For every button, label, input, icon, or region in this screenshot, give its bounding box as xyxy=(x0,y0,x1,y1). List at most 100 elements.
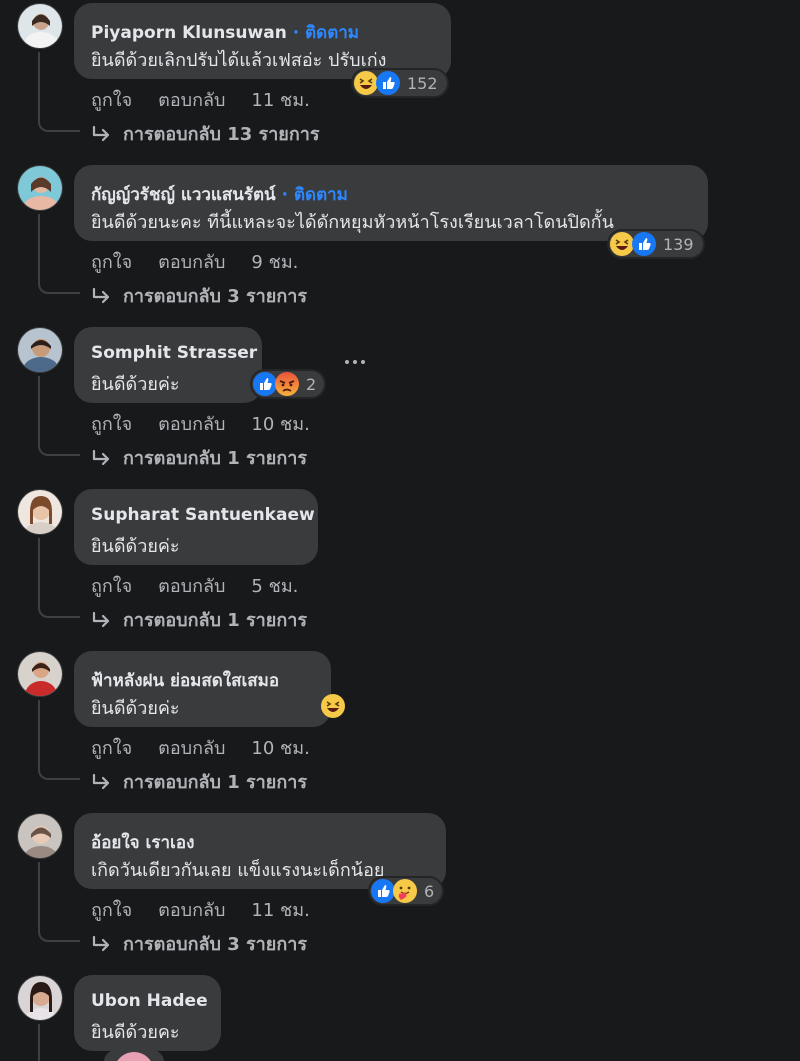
comment-actions: ถูกใจ ตอบกลับ 10 ชม. xyxy=(91,409,310,438)
comment-item: Piyaporn Klunsuwan · ติดตาม ยินดีด้วยเลิ… xyxy=(0,0,800,162)
like-link[interactable]: ถูกใจ xyxy=(91,571,132,600)
reply-arrow-icon xyxy=(92,287,110,303)
comment-actions: ถูกใจ ตอบกลับ 9 ชม. xyxy=(91,247,298,276)
comment-text: ยินดีด้วยค่ะ xyxy=(91,374,180,395)
timestamp[interactable]: 11 ชม. xyxy=(251,85,309,114)
haha-icon xyxy=(321,694,345,718)
avatar-image xyxy=(18,652,62,696)
avatar[interactable] xyxy=(17,975,63,1021)
reply-arrow-icon xyxy=(92,773,110,789)
comment-bubble: Ubon Hadee ยินดีด้วยคะ xyxy=(74,975,221,1051)
view-replies-link[interactable]: การตอบกลับ 3 รายการ xyxy=(91,281,307,310)
avatar-image xyxy=(18,976,62,1020)
avatar-image xyxy=(18,490,62,534)
reply-arrow-icon xyxy=(92,935,110,951)
like-link[interactable]: ถูกใจ xyxy=(91,247,132,276)
comment-item: Somphit Strasser ยินดีด้วยค่ะ 2 ถูกใจ ตอ… xyxy=(0,324,800,486)
comment-bubble: ฟ้าหลังฝน ย่อมสดใสเสมอ ยินดีด้วยค่ะ xyxy=(74,651,331,727)
reply-link[interactable]: ตอบกลับ xyxy=(158,85,225,114)
care-icon xyxy=(393,879,417,903)
like-link[interactable]: ถูกใจ xyxy=(91,733,132,762)
reply-arrow-icon xyxy=(92,449,110,465)
reply-arrow-icon xyxy=(92,125,110,141)
avatar[interactable] xyxy=(17,489,63,535)
reaction-summary[interactable]: 2 xyxy=(250,369,326,399)
view-replies-link[interactable]: การตอบกลับ 13 รายการ xyxy=(91,119,320,148)
comment-text: ยินดีด้วยค่ะ xyxy=(91,698,180,719)
comment-author-line: Piyaporn Klunsuwan · ติดตาม xyxy=(91,19,359,46)
avatar[interactable] xyxy=(17,327,63,373)
avatar-image xyxy=(18,328,62,372)
view-replies-link[interactable]: การตอบกลับ 3 รายการ xyxy=(91,929,307,958)
comment-actions: ถูกใจ ตอบกลับ 11 ชม. xyxy=(91,895,310,924)
replies-label: การตอบกลับ 1 รายการ xyxy=(123,772,308,793)
comment-author-line: อ้อยใจ เราเอง xyxy=(91,829,194,856)
like-link[interactable]: ถูกใจ xyxy=(91,409,132,438)
comment-actions: ถูกใจ ตอบกลับ 11 ชม. xyxy=(91,85,310,114)
timestamp[interactable]: 5 ชม. xyxy=(251,571,298,600)
reply-link[interactable]: ตอบกลับ xyxy=(158,733,225,762)
comment-author[interactable]: Ubon Hadee xyxy=(91,991,208,1011)
comment-item: ฟ้าหลังฝน ย่อมสดใสเสมอ ยินดีด้วยค่ะ ถูกใ… xyxy=(0,648,800,810)
comment-text: ยินดีด้วยนะคะ ทีนี้แหละจะได้ดักหยุมหัวหน… xyxy=(91,212,614,233)
avatar[interactable] xyxy=(17,651,63,697)
timestamp[interactable]: 10 ชม. xyxy=(251,409,309,438)
comment-item: Ubon Hadee ยินดีด้วยคะ xyxy=(0,972,800,1061)
comment-item: กัญญ์วรัชญ์ แววแสนรัตน์ · ติดตาม ยินดีด้… xyxy=(0,162,800,324)
timestamp[interactable]: 10 ชม. xyxy=(251,733,309,762)
view-replies-link[interactable]: การตอบกลับ 1 รายการ xyxy=(91,605,307,634)
reaction-count: 139 xyxy=(663,234,694,254)
reaction-summary[interactable]: 139 xyxy=(607,229,705,259)
follow-link[interactable]: · ติดตาม xyxy=(282,185,348,205)
like-link[interactable]: ถูกใจ xyxy=(91,85,132,114)
view-replies-link[interactable]: การตอบกลับ 1 รายการ xyxy=(91,443,307,472)
reaction-summary[interactable] xyxy=(318,691,352,721)
comment-list: Piyaporn Klunsuwan · ติดตาม ยินดีด้วยเลิ… xyxy=(0,0,800,1061)
comment-author[interactable]: กัญญ์วรัชญ์ แววแสนรัตน์ xyxy=(91,185,276,205)
follow-link[interactable]: · ติดตาม xyxy=(293,23,359,43)
more-options-icon[interactable] xyxy=(340,354,370,370)
comment-actions: ถูกใจ ตอบกลับ 5 ชม. xyxy=(91,571,298,600)
reaction-icon-partial xyxy=(117,1052,151,1061)
reaction-count: 6 xyxy=(424,881,435,901)
timestamp[interactable]: 11 ชม. xyxy=(251,895,309,924)
comment-author[interactable]: ฟ้าหลังฝน ย่อมสดใสเสมอ xyxy=(91,671,279,691)
comment-author[interactable]: Somphit Strasser xyxy=(91,343,257,363)
comment-bubble: Supharat Santuenkaew ยินดีด้วยค่ะ xyxy=(74,489,318,565)
comment-text: ยินดีด้วยค่ะ xyxy=(91,536,180,557)
avatar[interactable] xyxy=(17,813,63,859)
reply-link[interactable]: ตอบกลับ xyxy=(158,895,225,924)
reply-link[interactable]: ตอบกลับ xyxy=(158,409,225,438)
replies-label: การตอบกลับ 3 รายการ xyxy=(123,286,308,307)
reaction-summary[interactable]: 152 xyxy=(351,68,449,98)
comment-bubble: กัญญ์วรัชญ์ แววแสนรัตน์ · ติดตาม ยินดีด้… xyxy=(74,165,708,241)
reply-link[interactable]: ตอบกลับ xyxy=(158,571,225,600)
comment-author-line: Ubon Hadee xyxy=(91,991,208,1011)
replies-label: การตอบกลับ 13 รายการ xyxy=(123,124,320,145)
timestamp[interactable]: 9 ชม. xyxy=(251,247,298,276)
partial-reaction-badge xyxy=(104,1050,164,1061)
comment-author-line: ฟ้าหลังฝน ย่อมสดใสเสมอ xyxy=(91,667,279,694)
comment-actions: ถูกใจ ตอบกลับ 10 ชม. xyxy=(91,733,310,762)
reply-link[interactable]: ตอบกลับ xyxy=(158,247,225,276)
avatar-image xyxy=(18,166,62,210)
comment-text: ยินดีด้วยเลิกปรับได้แล้วเฟสอ่ะ ปรับเก่ง xyxy=(91,50,387,71)
angry-icon xyxy=(275,372,299,396)
reply-arrow-icon xyxy=(92,611,110,627)
view-replies-link[interactable]: การตอบกลับ 1 รายการ xyxy=(91,767,307,796)
reaction-count: 2 xyxy=(306,374,317,394)
comment-author[interactable]: Supharat Santuenkaew xyxy=(91,505,315,525)
comment-author[interactable]: อ้อยใจ เราเอง xyxy=(91,833,194,853)
avatar[interactable] xyxy=(17,165,63,211)
comment-text: เกิดวันเดียวกันเลย แข็งแรงนะเด็กน้อย xyxy=(91,860,385,881)
comment-bubble: Somphit Strasser ยินดีด้วยค่ะ xyxy=(74,327,262,403)
reaction-summary[interactable]: 6 xyxy=(368,876,444,906)
like-link[interactable]: ถูกใจ xyxy=(91,895,132,924)
avatar[interactable] xyxy=(17,3,63,49)
comment-author[interactable]: Piyaporn Klunsuwan xyxy=(91,23,287,43)
replies-label: การตอบกลับ 1 รายการ xyxy=(123,610,308,631)
avatar-image xyxy=(18,4,62,48)
comment-author-line: Supharat Santuenkaew xyxy=(91,505,315,525)
comment-item: Supharat Santuenkaew ยินดีด้วยค่ะ ถูกใจ … xyxy=(0,486,800,648)
like-icon xyxy=(376,71,400,95)
